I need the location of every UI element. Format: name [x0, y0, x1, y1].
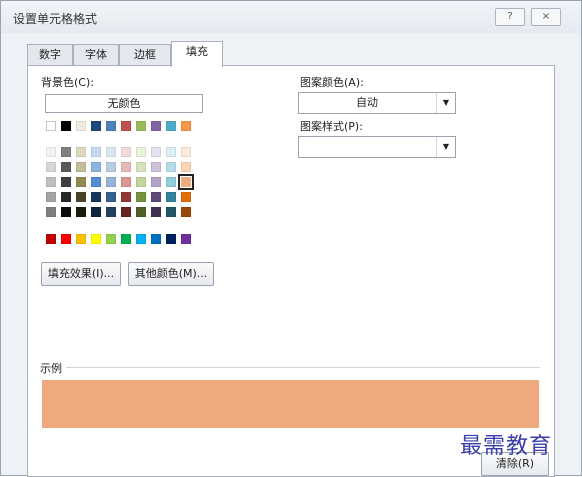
- color-swatch[interactable]: [166, 177, 176, 187]
- color-swatch[interactable]: [166, 162, 176, 172]
- color-swatch[interactable]: [151, 121, 161, 131]
- color-swatch[interactable]: [61, 192, 71, 202]
- color-swatch[interactable]: [46, 234, 56, 244]
- color-swatch[interactable]: [61, 207, 71, 217]
- tab-number[interactable]: 数字: [27, 44, 73, 65]
- color-swatch[interactable]: [166, 234, 176, 244]
- color-swatch[interactable]: [121, 147, 131, 157]
- color-swatch[interactable]: [61, 162, 71, 172]
- color-swatch[interactable]: [106, 234, 116, 244]
- color-swatch[interactable]: [76, 177, 86, 187]
- color-swatch[interactable]: [151, 177, 161, 187]
- color-swatch[interactable]: [151, 234, 161, 244]
- color-swatch[interactable]: [106, 147, 116, 157]
- pattern-color-label: 图案颜色(A):: [300, 76, 364, 89]
- color-swatch[interactable]: [121, 177, 131, 187]
- color-swatch[interactable]: [151, 147, 161, 157]
- selected-swatch-fill: [182, 178, 190, 186]
- color-swatch[interactable]: [181, 192, 191, 202]
- chevron-down-icon: ▼: [436, 137, 455, 157]
- color-swatch[interactable]: [76, 192, 86, 202]
- color-swatch[interactable]: [91, 147, 101, 157]
- pattern-style-label: 图案样式(P):: [300, 120, 363, 133]
- color-swatch[interactable]: [46, 207, 56, 217]
- color-swatch[interactable]: [181, 162, 191, 172]
- color-swatch[interactable]: [61, 147, 71, 157]
- color-swatch[interactable]: [46, 162, 56, 172]
- color-swatch[interactable]: [46, 121, 56, 131]
- color-swatch[interactable]: [91, 162, 101, 172]
- pattern-style-value: [299, 137, 435, 157]
- color-swatch[interactable]: [91, 207, 101, 217]
- pattern-color-select[interactable]: 自动 ▼: [298, 92, 456, 114]
- color-swatch[interactable]: [166, 207, 176, 217]
- fill-panel: 背景色(C): 无颜色 填充效果(I)... 其他颜色(M)... 图案颜色(A…: [27, 65, 555, 477]
- watermark-text: 最需教育: [460, 434, 553, 459]
- tab-font[interactable]: 字体: [73, 44, 119, 65]
- help-button[interactable]: ?: [495, 8, 525, 26]
- color-swatch[interactable]: [166, 147, 176, 157]
- color-swatch[interactable]: [151, 162, 161, 172]
- color-swatch[interactable]: [76, 162, 86, 172]
- selected-swatch-highlight: [178, 174, 194, 190]
- pattern-style-select[interactable]: ▼: [298, 136, 456, 158]
- color-swatch[interactable]: [91, 121, 101, 131]
- format-cells-dialog: 设置单元格格式 ? × 数字 字体 边框 填充 背景色(C): 无颜色 填充效果…: [0, 0, 582, 477]
- color-swatch[interactable]: [76, 207, 86, 217]
- color-swatch[interactable]: [76, 234, 86, 244]
- color-swatch[interactable]: [136, 234, 146, 244]
- color-swatch[interactable]: [151, 192, 161, 202]
- sample-label: 示例: [40, 362, 62, 375]
- color-swatch[interactable]: [61, 177, 71, 187]
- color-swatch[interactable]: [166, 192, 176, 202]
- color-swatch[interactable]: [121, 234, 131, 244]
- sample-preview: [42, 380, 539, 428]
- color-swatch[interactable]: [181, 147, 191, 157]
- color-swatch[interactable]: [136, 147, 146, 157]
- color-swatch[interactable]: [91, 234, 101, 244]
- color-swatch[interactable]: [46, 177, 56, 187]
- title-bar: 设置单元格格式 ? ×: [1, 1, 581, 33]
- color-swatch[interactable]: [106, 177, 116, 187]
- color-swatch[interactable]: [106, 207, 116, 217]
- color-swatch[interactable]: [46, 192, 56, 202]
- color-swatch[interactable]: [136, 121, 146, 131]
- color-swatch[interactable]: [61, 234, 71, 244]
- color-swatch[interactable]: [181, 121, 191, 131]
- color-swatch[interactable]: [181, 234, 191, 244]
- color-swatch[interactable]: [166, 121, 176, 131]
- fill-effects-button[interactable]: 填充效果(I)...: [41, 262, 121, 286]
- color-swatch[interactable]: [91, 177, 101, 187]
- dialog-title: 设置单元格格式: [13, 12, 98, 26]
- no-color-button[interactable]: 无颜色: [45, 94, 203, 113]
- tab-border[interactable]: 边框: [119, 44, 171, 65]
- color-swatch[interactable]: [121, 207, 131, 217]
- color-swatch[interactable]: [136, 162, 146, 172]
- color-swatch[interactable]: [181, 207, 191, 217]
- chevron-down-icon: ▼: [436, 93, 455, 113]
- color-swatch[interactable]: [136, 177, 146, 187]
- pattern-color-value: 自动: [356, 96, 378, 109]
- color-swatch[interactable]: [91, 192, 101, 202]
- color-swatch[interactable]: [121, 192, 131, 202]
- tab-fill[interactable]: 填充: [171, 41, 223, 67]
- color-swatch[interactable]: [121, 121, 131, 131]
- color-swatch[interactable]: [106, 192, 116, 202]
- color-swatch[interactable]: [106, 162, 116, 172]
- color-swatch[interactable]: [76, 121, 86, 131]
- sample-divider: [66, 367, 540, 368]
- color-swatch[interactable]: [136, 192, 146, 202]
- color-swatch[interactable]: [121, 162, 131, 172]
- color-swatch[interactable]: [46, 147, 56, 157]
- color-swatch[interactable]: [151, 207, 161, 217]
- color-swatch[interactable]: [61, 121, 71, 131]
- color-swatch[interactable]: [106, 121, 116, 131]
- color-swatch[interactable]: [76, 147, 86, 157]
- color-swatch[interactable]: [136, 207, 146, 217]
- background-color-label: 背景色(C):: [41, 76, 94, 89]
- more-colors-button[interactable]: 其他颜色(M)...: [128, 262, 214, 286]
- close-button[interactable]: ×: [531, 8, 561, 26]
